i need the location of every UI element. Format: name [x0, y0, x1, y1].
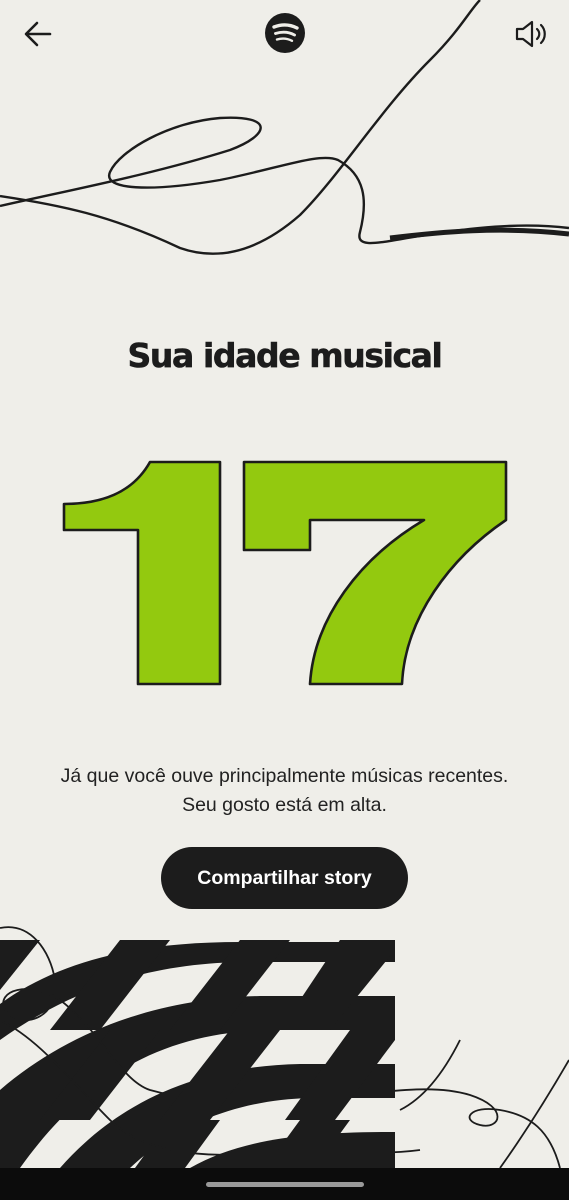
- music-age-value: 17: [285, 587, 287, 589]
- spotify-logo: [264, 12, 306, 54]
- music-age-number: 17: [62, 460, 508, 686]
- share-story-button[interactable]: Compartilhar story: [161, 847, 408, 909]
- home-indicator[interactable]: [206, 1182, 364, 1187]
- description: Já que você ouve principalmente músicas …: [0, 762, 569, 820]
- top-bar: [0, 0, 569, 64]
- sound-toggle-button[interactable]: [511, 14, 551, 54]
- description-line-1: Já que você ouve principalmente músicas …: [60, 765, 509, 787]
- page-title: Sua idade musical: [127, 336, 443, 376]
- speaker-icon: [515, 20, 546, 48]
- description-line-2: Seu gosto está em alta.: [182, 794, 387, 816]
- decorative-checker-art-bottom: [0, 926, 569, 1168]
- spotify-logo-icon: [265, 13, 305, 53]
- back-button[interactable]: [18, 14, 58, 54]
- arrow-left-icon: [24, 21, 52, 47]
- music-age-screen: Sua idade musical 17 Já que você ouve pr…: [0, 0, 569, 1200]
- system-navigation-bar: [0, 1168, 569, 1200]
